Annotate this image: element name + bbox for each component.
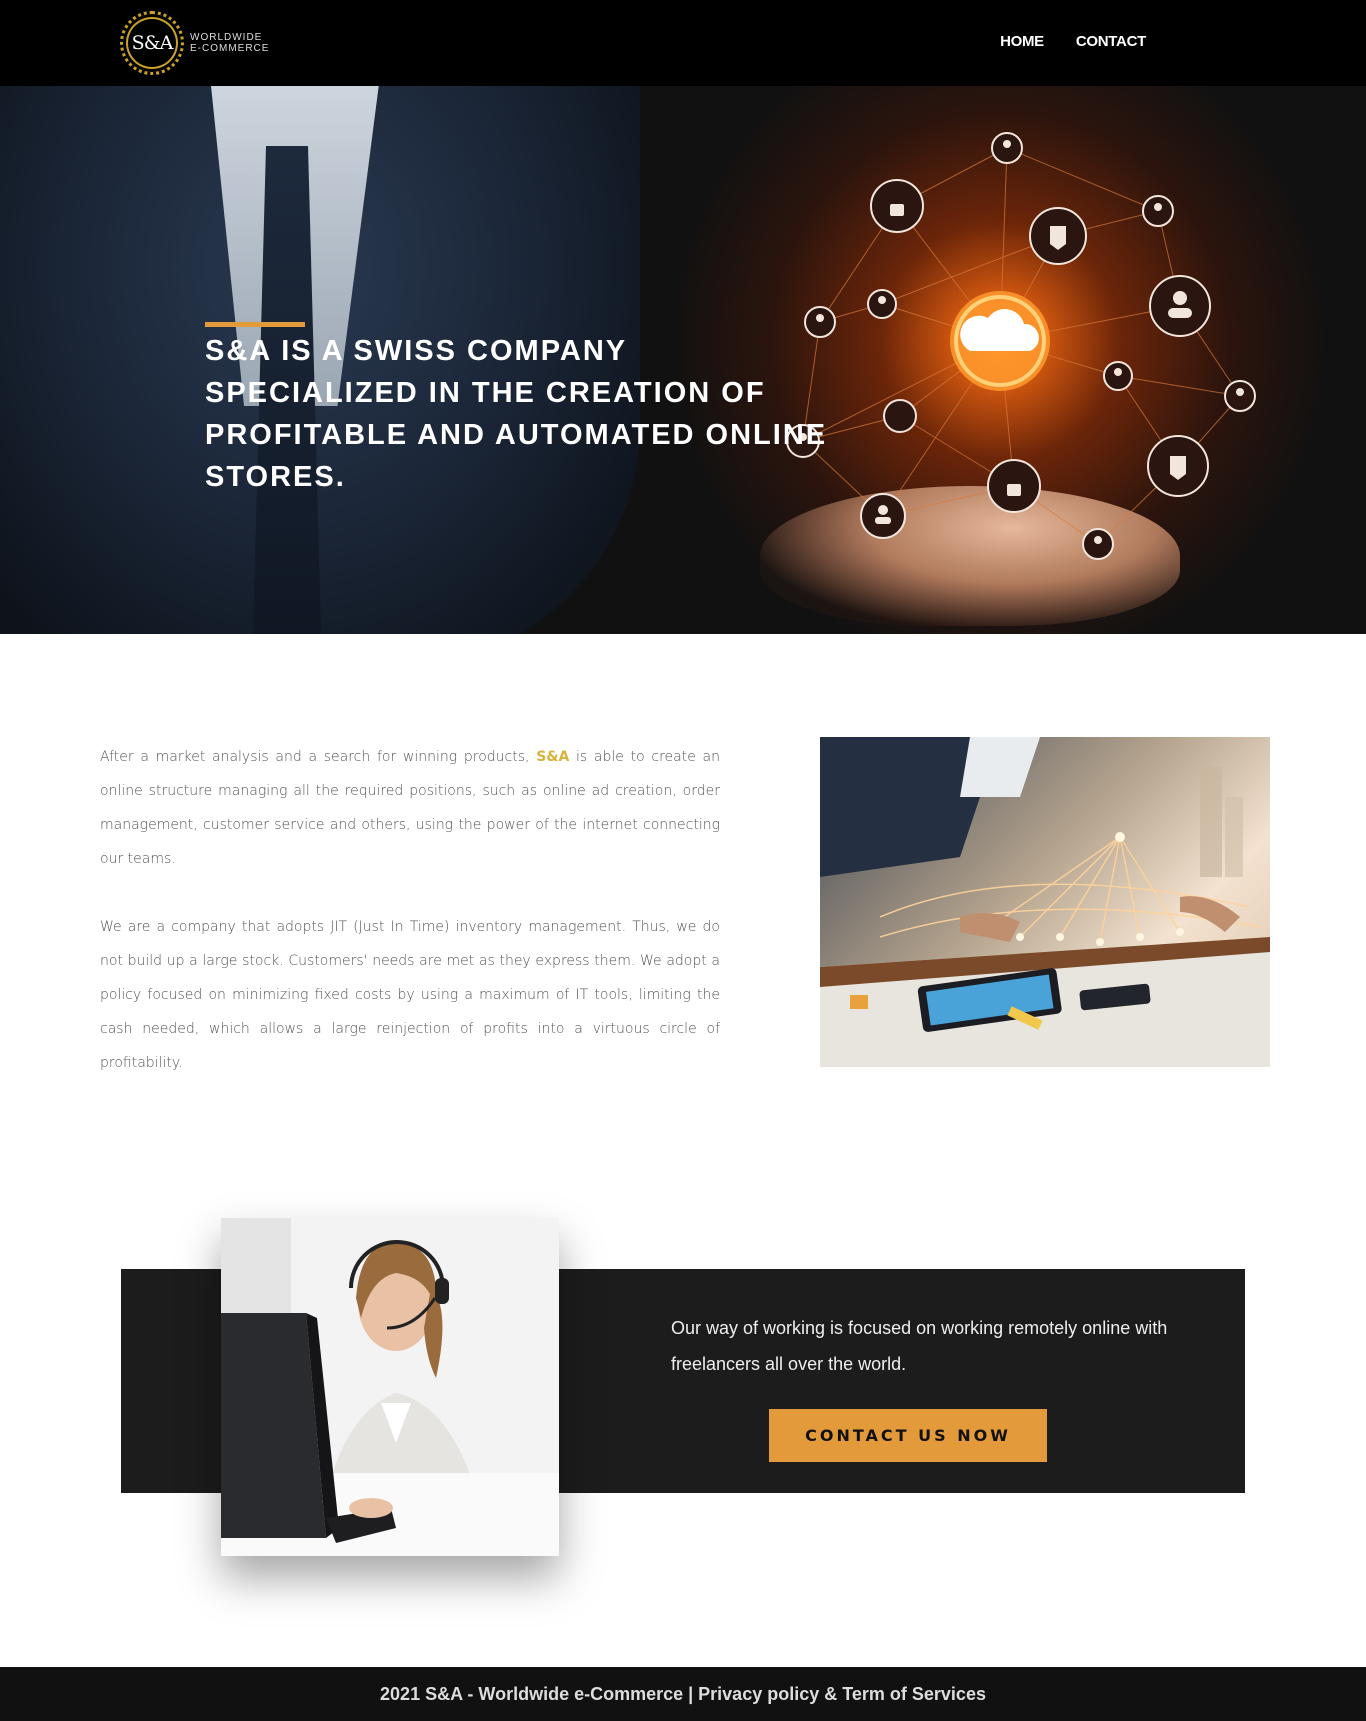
nav-contact-link[interactable]: CONTACT [1076,33,1146,50]
support-agent-image [221,1218,559,1556]
about-brand: S&A [536,749,570,765]
about-text: After a market analysis and a search for… [100,740,720,1080]
cta-text: Our way of working is focused on working… [671,1318,1168,1374]
about-paragraph-2: We are a company that adopts JIT (Just I… [100,919,720,1071]
hero-brand: S&A [205,335,272,367]
about-p1-start: After a market analysis and a search for… [100,749,537,765]
logo-line-2: E-COMMERCE [190,43,270,54]
main-nav: HOME CONTACT [1000,33,1146,50]
support-agent-illustration [221,1218,559,1556]
site-footer: 2021 S&A - Worldwide e-Commerce | Privac… [0,1667,1366,1721]
nav-home-link[interactable]: HOME [1000,33,1044,50]
business-tablet-image [820,737,1270,1067]
contact-us-button[interactable]: CONTACT US NOW [769,1409,1047,1462]
about-paragraph-1: After a market analysis and a search for… [100,740,720,876]
logo-seal-icon: S&A [120,11,184,75]
logo-wordmark: WORLDWIDE E-COMMERCE [190,32,269,54]
logo[interactable]: S&A WORLDWIDE E-COMMERCE [120,10,280,76]
network-nodes [786,132,1256,560]
logo-line-1: WORLDWIDE [190,32,263,43]
hero-title-text: IS A SWISS COMPANY SPECIALIZED IN THE CR… [205,335,828,493]
hero-banner: S&A IS A SWISS COMPANY SPECIALIZED IN TH… [0,86,1366,634]
site-header: S&A WORLDWIDE E-COMMERCE HOME CONTACT [0,0,1366,86]
business-tablet-illustration [820,737,1270,1067]
footer-text[interactable]: 2021 S&A - Worldwide e-Commerce | Privac… [380,1684,986,1705]
hero-accent-bar [205,322,305,327]
logo-monogram: S&A [131,32,174,54]
about-p1-end: is able to create an online structure ma… [100,749,720,867]
hero-title: S&A IS A SWISS COMPANY SPECIALIZED IN TH… [205,330,845,498]
